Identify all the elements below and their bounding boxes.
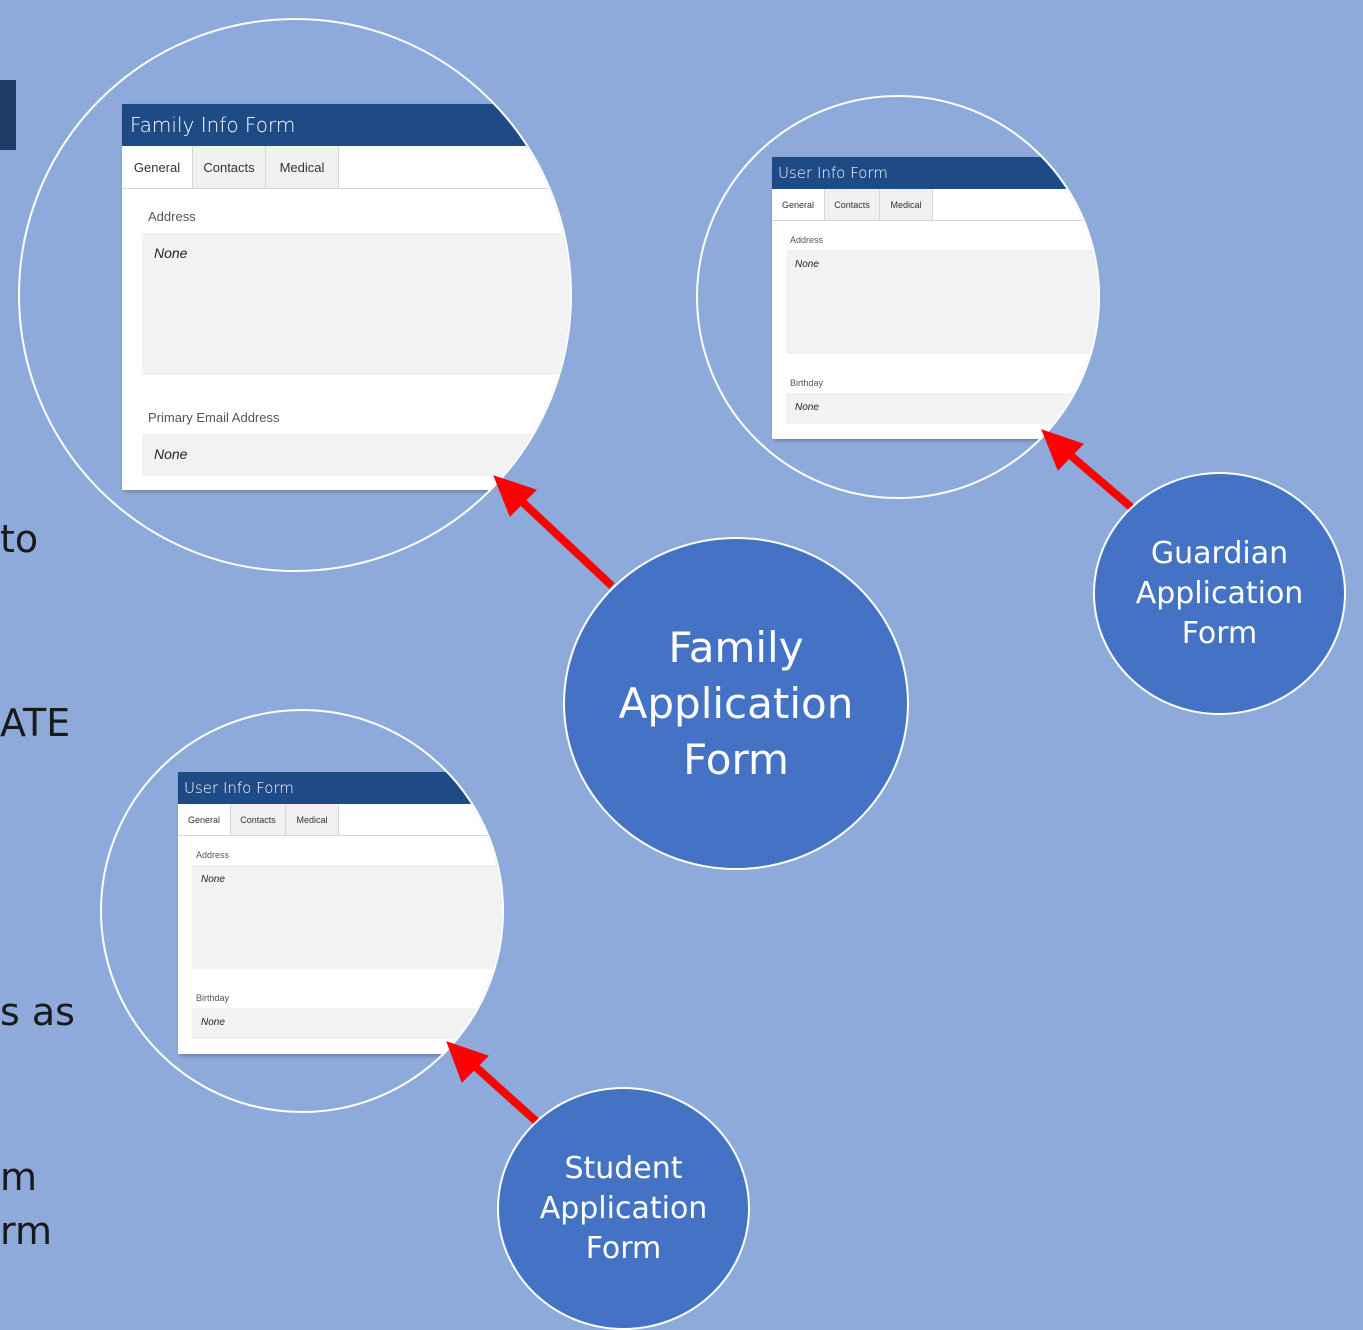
badge-line: Form bbox=[585, 1230, 662, 1266]
badge-line: Application bbox=[618, 678, 854, 728]
badge-line: Student bbox=[564, 1150, 683, 1186]
badge-line: Application bbox=[539, 1190, 708, 1226]
family-application-badge: Family Application Form bbox=[563, 537, 909, 870]
student-arrow bbox=[446, 1041, 540, 1125]
student-application-badge: Student Application Form bbox=[497, 1087, 750, 1330]
badge-line: Family bbox=[668, 622, 804, 672]
family-arrow bbox=[493, 475, 615, 589]
badge-line: Form bbox=[1181, 615, 1258, 651]
guardian-application-badge: Guardian Application Form bbox=[1093, 472, 1346, 715]
badge-line: Form bbox=[683, 734, 789, 784]
guardian-arrow bbox=[1041, 429, 1135, 512]
badge-line: Guardian bbox=[1150, 535, 1289, 571]
badge-line: Application bbox=[1135, 575, 1304, 611]
